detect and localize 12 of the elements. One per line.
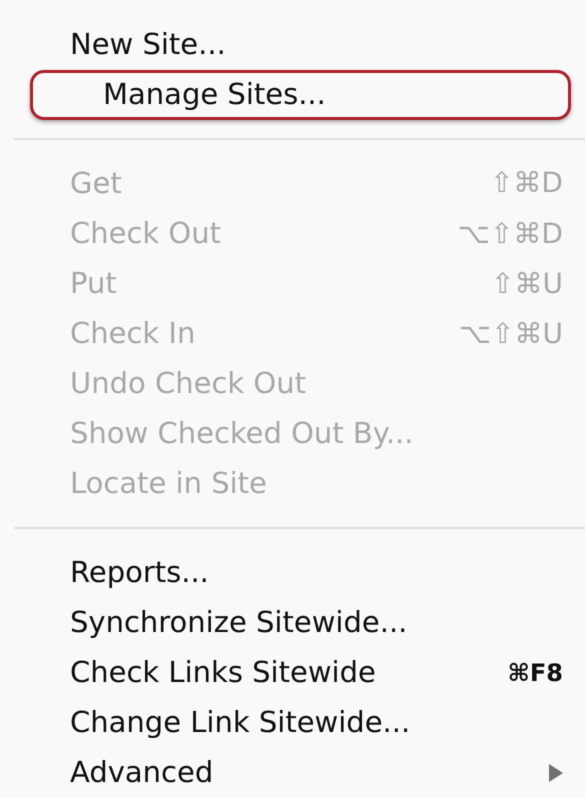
menu-item[interactable]: Synchronize Sitewide... bbox=[0, 597, 585, 648]
keyboard-shortcut: ⇧⌘U bbox=[491, 266, 563, 302]
keyboard-shortcut: ⇧⌘D bbox=[490, 165, 563, 202]
menu-item[interactable]: New Site... bbox=[0, 20, 585, 70]
menu-item[interactable]: Advanced bbox=[0, 748, 585, 798]
menu-item[interactable]: Reports... bbox=[0, 547, 585, 598]
keyboard-shortcut: ⌥⇧⌘U bbox=[458, 316, 563, 352]
menu-item[interactable]: Check Links Sitewide ⌘F8 bbox=[0, 648, 585, 698]
menu-item[interactable]: Change Link Sitewide... bbox=[0, 698, 585, 748]
keyboard-shortcut: ⌥⇧⌘D bbox=[458, 216, 563, 252]
keyboard-shortcut: ⌘F8 bbox=[508, 658, 563, 689]
menu-item[interactable]: Manage Sites... bbox=[30, 70, 571, 120]
